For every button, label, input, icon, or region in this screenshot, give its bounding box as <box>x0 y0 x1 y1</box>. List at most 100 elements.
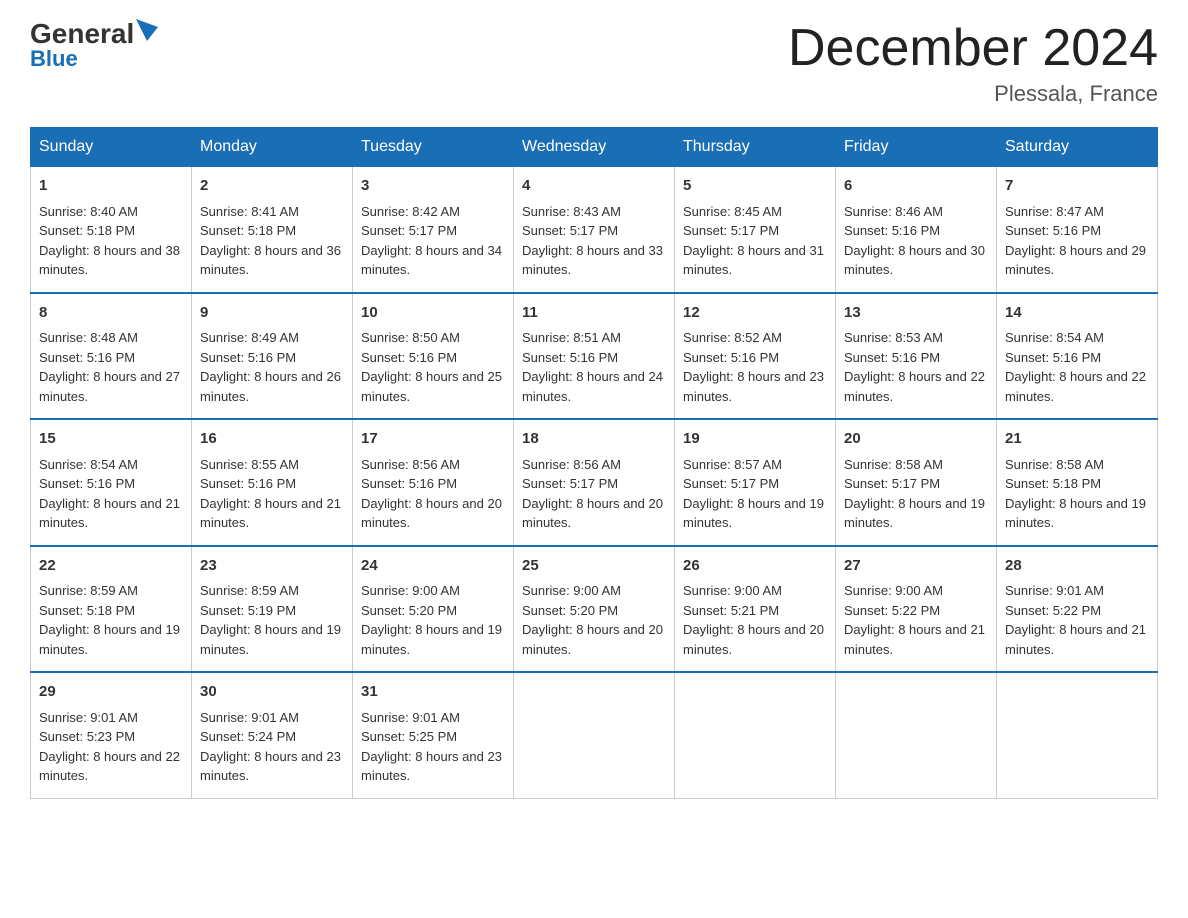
daylight-label: Daylight: 8 hours and 19 minutes. <box>683 496 824 531</box>
col-tuesday: Tuesday <box>353 128 514 167</box>
day-number: 5 <box>683 175 827 198</box>
day-number: 23 <box>200 555 344 578</box>
table-row <box>997 672 1158 798</box>
daylight-label: Daylight: 8 hours and 20 minutes. <box>361 496 502 531</box>
sunset-label: Sunset: 5:19 PM <box>200 603 296 618</box>
sunrise-label: Sunrise: 8:41 AM <box>200 204 299 219</box>
calendar-table: Sunday Monday Tuesday Wednesday Thursday… <box>30 127 1158 799</box>
sunset-label: Sunset: 5:16 PM <box>361 476 457 491</box>
calendar-week-row: 8 Sunrise: 8:48 AM Sunset: 5:16 PM Dayli… <box>31 293 1158 420</box>
table-row: 27 Sunrise: 9:00 AM Sunset: 5:22 PM Dayl… <box>836 546 997 673</box>
sunset-label: Sunset: 5:24 PM <box>200 729 296 744</box>
logo-text-blue: Blue <box>30 46 78 72</box>
sunrise-label: Sunrise: 8:43 AM <box>522 204 621 219</box>
daylight-label: Daylight: 8 hours and 19 minutes. <box>39 622 180 657</box>
daylight-label: Daylight: 8 hours and 23 minutes. <box>200 749 341 784</box>
day-number: 16 <box>200 428 344 451</box>
sunrise-label: Sunrise: 9:01 AM <box>361 710 460 725</box>
table-row: 17 Sunrise: 8:56 AM Sunset: 5:16 PM Dayl… <box>353 419 514 546</box>
day-number: 29 <box>39 681 183 704</box>
table-row: 25 Sunrise: 9:00 AM Sunset: 5:20 PM Dayl… <box>514 546 675 673</box>
col-sunday: Sunday <box>31 128 192 167</box>
sunset-label: Sunset: 5:16 PM <box>361 350 457 365</box>
col-wednesday: Wednesday <box>514 128 675 167</box>
calendar-week-row: 29 Sunrise: 9:01 AM Sunset: 5:23 PM Dayl… <box>31 672 1158 798</box>
sunset-label: Sunset: 5:17 PM <box>844 476 940 491</box>
table-row <box>514 672 675 798</box>
daylight-label: Daylight: 8 hours and 22 minutes. <box>844 369 985 404</box>
daylight-label: Daylight: 8 hours and 22 minutes. <box>1005 369 1146 404</box>
sunrise-label: Sunrise: 8:49 AM <box>200 330 299 345</box>
day-number: 13 <box>844 302 988 325</box>
sunrise-label: Sunrise: 9:01 AM <box>39 710 138 725</box>
table-row: 12 Sunrise: 8:52 AM Sunset: 5:16 PM Dayl… <box>675 293 836 420</box>
location: Plessala, France <box>788 81 1158 107</box>
table-row: 19 Sunrise: 8:57 AM Sunset: 5:17 PM Dayl… <box>675 419 836 546</box>
day-number: 20 <box>844 428 988 451</box>
table-row: 28 Sunrise: 9:01 AM Sunset: 5:22 PM Dayl… <box>997 546 1158 673</box>
daylight-label: Daylight: 8 hours and 38 minutes. <box>39 243 180 278</box>
sunset-label: Sunset: 5:18 PM <box>200 223 296 238</box>
daylight-label: Daylight: 8 hours and 20 minutes. <box>522 622 663 657</box>
table-row: 22 Sunrise: 8:59 AM Sunset: 5:18 PM Dayl… <box>31 546 192 673</box>
sunset-label: Sunset: 5:16 PM <box>522 350 618 365</box>
daylight-label: Daylight: 8 hours and 22 minutes. <box>39 749 180 784</box>
day-number: 9 <box>200 302 344 325</box>
logo: General Blue <box>30 20 158 72</box>
table-row: 11 Sunrise: 8:51 AM Sunset: 5:16 PM Dayl… <box>514 293 675 420</box>
table-row: 15 Sunrise: 8:54 AM Sunset: 5:16 PM Dayl… <box>31 419 192 546</box>
sunset-label: Sunset: 5:16 PM <box>1005 350 1101 365</box>
table-row: 2 Sunrise: 8:41 AM Sunset: 5:18 PM Dayli… <box>192 167 353 293</box>
table-row: 31 Sunrise: 9:01 AM Sunset: 5:25 PM Dayl… <box>353 672 514 798</box>
day-number: 15 <box>39 428 183 451</box>
sunset-label: Sunset: 5:16 PM <box>200 350 296 365</box>
month-title: December 2024 <box>788 20 1158 77</box>
day-number: 14 <box>1005 302 1149 325</box>
sunrise-label: Sunrise: 9:00 AM <box>683 583 782 598</box>
table-row: 5 Sunrise: 8:45 AM Sunset: 5:17 PM Dayli… <box>675 167 836 293</box>
table-row: 21 Sunrise: 8:58 AM Sunset: 5:18 PM Dayl… <box>997 419 1158 546</box>
daylight-label: Daylight: 8 hours and 19 minutes. <box>844 496 985 531</box>
sunset-label: Sunset: 5:25 PM <box>361 729 457 744</box>
daylight-label: Daylight: 8 hours and 24 minutes. <box>522 369 663 404</box>
sunrise-label: Sunrise: 8:57 AM <box>683 457 782 472</box>
daylight-label: Daylight: 8 hours and 33 minutes. <box>522 243 663 278</box>
sunset-label: Sunset: 5:22 PM <box>844 603 940 618</box>
title-section: December 2024 Plessala, France <box>788 20 1158 107</box>
day-number: 26 <box>683 555 827 578</box>
daylight-label: Daylight: 8 hours and 20 minutes. <box>683 622 824 657</box>
col-saturday: Saturday <box>997 128 1158 167</box>
table-row: 24 Sunrise: 9:00 AM Sunset: 5:20 PM Dayl… <box>353 546 514 673</box>
day-number: 6 <box>844 175 988 198</box>
sunset-label: Sunset: 5:16 PM <box>39 350 135 365</box>
sunrise-label: Sunrise: 8:47 AM <box>1005 204 1104 219</box>
sunset-label: Sunset: 5:22 PM <box>1005 603 1101 618</box>
daylight-label: Daylight: 8 hours and 31 minutes. <box>683 243 824 278</box>
day-number: 2 <box>200 175 344 198</box>
sunset-label: Sunset: 5:16 PM <box>683 350 779 365</box>
day-number: 19 <box>683 428 827 451</box>
sunset-label: Sunset: 5:20 PM <box>522 603 618 618</box>
day-number: 21 <box>1005 428 1149 451</box>
sunset-label: Sunset: 5:17 PM <box>522 476 618 491</box>
sunrise-label: Sunrise: 8:59 AM <box>200 583 299 598</box>
logo-text-general: General <box>30 20 134 48</box>
sunrise-label: Sunrise: 8:56 AM <box>522 457 621 472</box>
sunrise-label: Sunrise: 8:52 AM <box>683 330 782 345</box>
daylight-label: Daylight: 8 hours and 21 minutes. <box>39 496 180 531</box>
col-monday: Monday <box>192 128 353 167</box>
daylight-label: Daylight: 8 hours and 21 minutes. <box>200 496 341 531</box>
sunset-label: Sunset: 5:20 PM <box>361 603 457 618</box>
day-number: 4 <box>522 175 666 198</box>
daylight-label: Daylight: 8 hours and 19 minutes. <box>200 622 341 657</box>
sunrise-label: Sunrise: 8:46 AM <box>844 204 943 219</box>
sunrise-label: Sunrise: 8:58 AM <box>1005 457 1104 472</box>
table-row: 30 Sunrise: 9:01 AM Sunset: 5:24 PM Dayl… <box>192 672 353 798</box>
daylight-label: Daylight: 8 hours and 21 minutes. <box>1005 622 1146 657</box>
sunrise-label: Sunrise: 8:53 AM <box>844 330 943 345</box>
daylight-label: Daylight: 8 hours and 29 minutes. <box>1005 243 1146 278</box>
table-row: 1 Sunrise: 8:40 AM Sunset: 5:18 PM Dayli… <box>31 167 192 293</box>
table-row: 18 Sunrise: 8:56 AM Sunset: 5:17 PM Dayl… <box>514 419 675 546</box>
col-thursday: Thursday <box>675 128 836 167</box>
sunrise-label: Sunrise: 8:50 AM <box>361 330 460 345</box>
